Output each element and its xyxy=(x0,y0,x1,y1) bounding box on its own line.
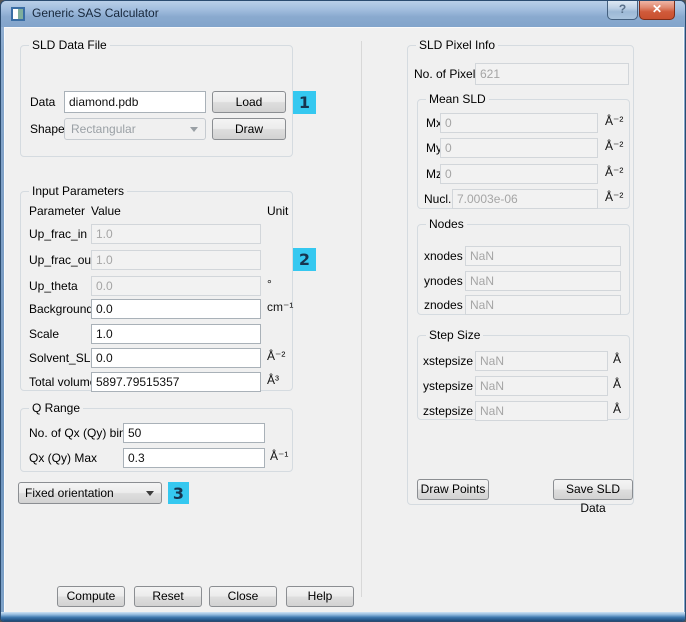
close-button[interactable]: Close xyxy=(209,586,277,607)
qx-max-label: Qx (Qy) Max xyxy=(29,448,97,468)
dialog-client-area: SLD Data File Data Load 1 Shape Rectangu… xyxy=(4,27,684,614)
annotation-badge-3: 3 xyxy=(168,482,189,504)
zstepsize-label: zstepsize xyxy=(423,401,473,421)
total-volume-unit: Å³ xyxy=(267,370,279,390)
up-frac-in-field[interactable] xyxy=(91,224,261,244)
title-bar[interactable]: Generic SAS Calculator ? ✕ xyxy=(1,1,685,27)
solvent-sld-unit: Å⁻² xyxy=(267,346,285,366)
sld-data-file-group: SLD Data File Data Load 1 Shape Rectangu… xyxy=(20,45,293,157)
mz-unit: Å⁻² xyxy=(605,162,623,182)
annotation-badge-1: 1 xyxy=(293,91,316,114)
generic-sas-calculator-window: Generic SAS Calculator ? ✕ SLD Data File… xyxy=(0,0,686,622)
orientation-combo-value: Fixed orientation xyxy=(25,486,114,500)
xstepsize-label: xstepsize xyxy=(423,351,473,371)
q-range-group-title: Q Range xyxy=(29,401,83,415)
sld-data-file-group-title: SLD Data File xyxy=(29,38,110,52)
draw-button[interactable]: Draw xyxy=(212,118,286,140)
up-frac-out-label: Up_frac_out xyxy=(29,250,94,270)
zstepsize-field[interactable] xyxy=(475,401,608,421)
background-label: Background xyxy=(29,299,93,319)
sld-pixel-info-group-title: SLD Pixel Info xyxy=(416,38,498,52)
annotation-badge-2: 2 xyxy=(293,248,316,271)
my-unit: Å⁻² xyxy=(605,136,623,156)
app-icon-pane xyxy=(18,9,23,19)
close-icon[interactable]: ✕ xyxy=(639,1,675,20)
window-bottom-border xyxy=(1,612,685,621)
mean-sld-group-title: Mean SLD xyxy=(426,92,489,106)
mean-sld-group: Mean SLD Mx Å⁻² My Å⁻² Mz Å⁻² Nucl. Å⁻² xyxy=(417,99,630,209)
data-file-input[interactable] xyxy=(64,91,206,113)
qx-max-unit: Å⁻¹ xyxy=(270,446,288,466)
ystepsize-label: ystepsize xyxy=(423,376,473,396)
step-size-group-title: Step Size xyxy=(426,328,483,342)
xnodes-field[interactable] xyxy=(465,246,621,266)
scale-field[interactable] xyxy=(91,324,261,344)
nodes-group: Nodes xnodes ynodes znodes xyxy=(417,224,630,315)
reset-button[interactable]: Reset xyxy=(134,586,202,607)
xstepsize-field[interactable] xyxy=(475,351,608,371)
ystepsize-field[interactable] xyxy=(475,376,608,396)
shape-label: Shape xyxy=(30,119,65,139)
solvent-sld-label: Solvent_SLD xyxy=(29,348,99,368)
znodes-label: znodes xyxy=(424,295,463,315)
window-title: Generic SAS Calculator xyxy=(32,1,159,26)
up-frac-out-field[interactable] xyxy=(91,250,261,270)
qx-bins-field[interactable] xyxy=(123,423,265,443)
data-label: Data xyxy=(30,92,55,112)
col-header-unit: Unit xyxy=(267,204,288,218)
my-field[interactable] xyxy=(440,138,598,158)
total-volume-label: Total volume xyxy=(29,372,96,392)
sld-pixel-info-group: SLD Pixel Info No. of Pixels Mean SLD Mx… xyxy=(407,45,634,505)
nucl-unit: Å⁻² xyxy=(605,187,623,207)
background-unit: cm⁻¹ xyxy=(267,297,293,317)
xstepsize-unit: Å xyxy=(613,349,621,369)
no-of-pixels-field[interactable] xyxy=(475,63,629,85)
up-theta-label: Up_theta xyxy=(29,276,78,296)
shape-combo-value: Rectangular xyxy=(71,122,136,136)
qx-max-field[interactable] xyxy=(123,448,265,468)
up-frac-in-label: Up_frac_in xyxy=(29,224,87,244)
nodes-group-title: Nodes xyxy=(426,217,467,231)
mx-unit: Å⁻² xyxy=(605,111,623,131)
input-parameters-group: Input Parameters Parameter Value Unit Up… xyxy=(20,191,293,391)
save-sld-data-button[interactable]: Save SLD Data xyxy=(553,479,633,500)
ynodes-label: ynodes xyxy=(424,271,463,291)
mx-field[interactable] xyxy=(440,113,598,133)
nucl-field[interactable] xyxy=(452,189,598,209)
total-volume-field[interactable] xyxy=(91,372,261,392)
xnodes-label: xnodes xyxy=(424,246,463,266)
scale-label: Scale xyxy=(29,324,59,344)
panel-divider xyxy=(361,41,362,597)
ystepsize-unit: Å xyxy=(613,374,621,394)
col-header-value: Value xyxy=(91,204,121,218)
chevron-down-icon xyxy=(190,127,198,132)
compute-button[interactable]: Compute xyxy=(57,586,125,607)
load-button[interactable]: Load xyxy=(212,91,286,113)
step-size-group: Step Size xstepsize Å ystepsize Å zsteps… xyxy=(417,335,630,420)
help-caption-button[interactable]: ? xyxy=(607,1,638,20)
nucl-label: Nucl. xyxy=(424,189,451,209)
no-of-pixels-label: No. of Pixels xyxy=(414,64,481,84)
up-theta-field[interactable] xyxy=(91,276,261,296)
help-button[interactable]: Help xyxy=(286,586,354,607)
solvent-sld-field[interactable] xyxy=(91,348,261,368)
znodes-field[interactable] xyxy=(465,295,621,315)
qx-bins-label: No. of Qx (Qy) bins xyxy=(29,423,132,443)
up-theta-unit: ° xyxy=(267,274,272,294)
zstepsize-unit: Å xyxy=(613,399,621,419)
q-range-group: Q Range No. of Qx (Qy) bins Qx (Qy) Max … xyxy=(20,408,293,472)
mz-field[interactable] xyxy=(440,164,598,184)
col-header-parameter: Parameter xyxy=(29,204,85,218)
input-parameters-group-title: Input Parameters xyxy=(29,184,127,198)
ynodes-field[interactable] xyxy=(465,271,621,291)
chevron-down-icon xyxy=(146,491,154,496)
orientation-combo[interactable]: Fixed orientation xyxy=(18,482,162,504)
app-icon xyxy=(11,7,25,21)
background-field[interactable] xyxy=(91,299,261,319)
draw-points-button[interactable]: Draw Points xyxy=(417,479,489,500)
shape-combo[interactable]: Rectangular xyxy=(64,118,206,140)
